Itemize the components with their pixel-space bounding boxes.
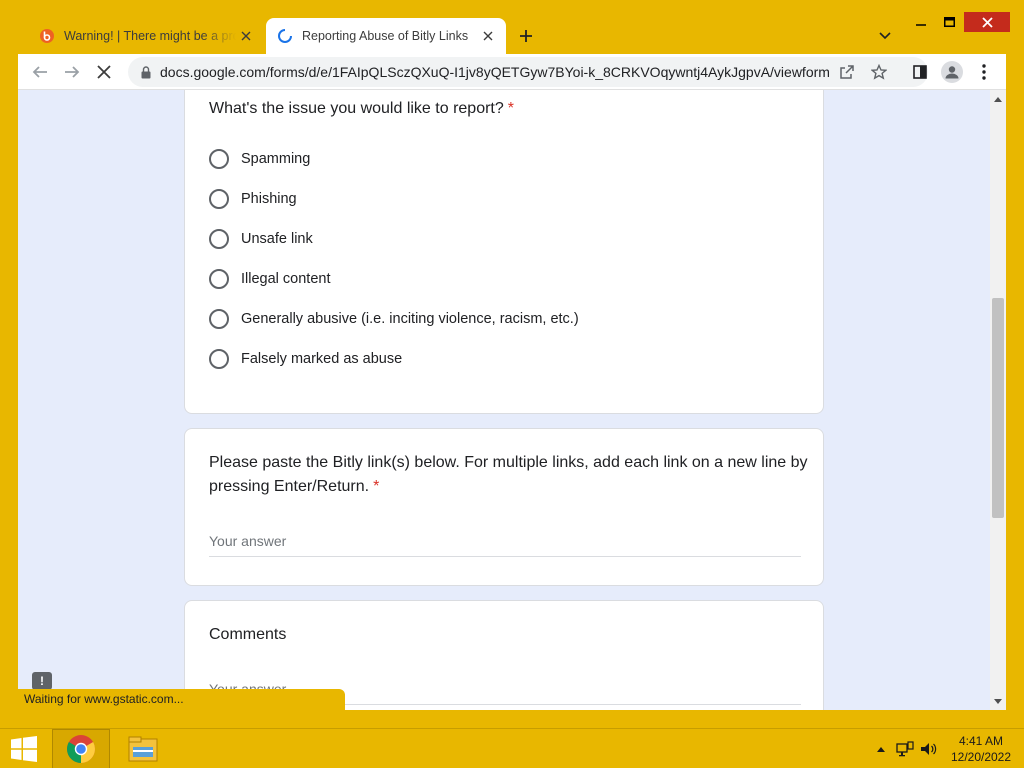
chevron-down-icon[interactable]: [874, 26, 896, 46]
star-icon[interactable]: [868, 61, 890, 83]
option-unsafe-link[interactable]: Unsafe link: [209, 225, 313, 253]
required-asterisk: *: [373, 478, 380, 495]
file-explorer-icon[interactable]: [114, 729, 172, 768]
radio-button[interactable]: [209, 349, 229, 369]
maximize-icon[interactable]: [934, 12, 964, 32]
side-panel-icon[interactable]: [906, 58, 934, 86]
loading-spinner-icon: [276, 27, 294, 45]
tab-reporting-abuse[interactable]: Reporting Abuse of Bitly Links: [266, 18, 506, 54]
question-title: What's the issue you would like to repor…: [209, 97, 514, 121]
option-label: Illegal content: [241, 271, 331, 287]
profile-icon[interactable]: [938, 58, 966, 86]
option-generally-abusive[interactable]: Generally abusive (i.e. inciting violenc…: [209, 305, 579, 333]
system-clock[interactable]: 4:41 AM 12/20/2022: [944, 733, 1018, 765]
option-spamming[interactable]: Spamming: [209, 145, 310, 173]
option-label: Spamming: [241, 151, 311, 167]
minimize-icon[interactable]: [906, 12, 936, 32]
option-illegal-content[interactable]: Illegal content: [209, 265, 330, 293]
tab-title: Warning! | There might be a problem with…: [64, 29, 236, 43]
browser-toolbar: docs.google.com/forms/d/e/1FAIpQLSczQXuQ…: [18, 54, 1006, 90]
radio-button[interactable]: [209, 149, 229, 169]
comments-title: Comments: [209, 626, 287, 643]
option-label: Unsafe link: [241, 231, 313, 247]
tab-title: Reporting Abuse of Bitly Links: [302, 29, 469, 43]
tab-warning[interactable]: Warning! | There might be a problem with…: [28, 18, 264, 54]
scroll-up-icon[interactable]: [990, 92, 1006, 106]
radio-button[interactable]: [209, 189, 229, 209]
option-falsely-marked[interactable]: Falsely marked as abuse: [209, 345, 402, 373]
clock-date: 12/20/2022: [950, 750, 1012, 764]
option-label: Generally abusive (i.e. inciting violenc…: [241, 311, 579, 327]
scrollbar-thumb[interactable]: [992, 298, 1004, 518]
network-icon[interactable]: [894, 729, 916, 768]
close-icon[interactable]: [964, 12, 1010, 32]
radio-button[interactable]: [209, 229, 229, 249]
required-asterisk: *: [507, 100, 514, 117]
option-label: Phishing: [241, 191, 297, 207]
radio-button[interactable]: [209, 309, 229, 329]
taskbar: 4:41 AM 12/20/2022: [0, 728, 1024, 768]
option-phishing[interactable]: Phishing: [209, 185, 297, 213]
scroll-down-icon[interactable]: [990, 694, 1006, 708]
back-arrow-icon[interactable]: [26, 58, 54, 86]
plus-icon[interactable]: [514, 24, 538, 48]
browser-window: Warning! | There might be a problem with…: [0, 0, 1024, 728]
question-text: What's the issue you would like to repor…: [209, 100, 504, 117]
page-viewport: What's the issue you would like to repor…: [18, 90, 990, 710]
stop-icon[interactable]: [90, 58, 118, 86]
chrome-icon[interactable]: [52, 729, 110, 768]
close-icon[interactable]: [478, 26, 498, 46]
windows-logo-icon[interactable]: [0, 729, 48, 768]
clock-time: 4:41 AM: [958, 734, 1004, 748]
volume-icon[interactable]: [918, 729, 940, 768]
report-feedback-button[interactable]: !: [32, 672, 52, 690]
question-title: Please paste the Bitly link(s) below. Fo…: [209, 451, 809, 499]
tray-chevron-icon[interactable]: [872, 729, 890, 768]
share-icon[interactable]: [836, 61, 858, 83]
status-bubble: Waiting for www.gstatic.com...: [18, 689, 345, 710]
bitly-favicon-icon: [38, 27, 56, 45]
kebab-menu-icon[interactable]: [970, 58, 998, 86]
close-icon[interactable]: [236, 26, 256, 46]
question-text: Please paste the Bitly link(s) below. Fo…: [209, 454, 808, 495]
forward-arrow-icon[interactable]: [58, 58, 86, 86]
url-text[interactable]: docs.google.com/forms/d/e/1FAIpQLSczQXuQ…: [160, 64, 836, 80]
address-bar[interactable]: docs.google.com/forms/d/e/1FAIpQLSczQXuQ…: [128, 57, 928, 87]
radio-button[interactable]: [209, 269, 229, 289]
links-question-card: Please paste the Bitly link(s) below. Fo…: [184, 428, 824, 586]
lock-icon[interactable]: [138, 65, 154, 79]
tab-strip: Warning! | There might be a problem with…: [0, 0, 1024, 54]
option-label: Falsely marked as abuse: [241, 351, 403, 367]
links-answer-input[interactable]: [209, 525, 801, 557]
issue-question-card: What's the issue you would like to repor…: [184, 90, 824, 414]
vertical-scrollbar[interactable]: [990, 90, 1006, 710]
